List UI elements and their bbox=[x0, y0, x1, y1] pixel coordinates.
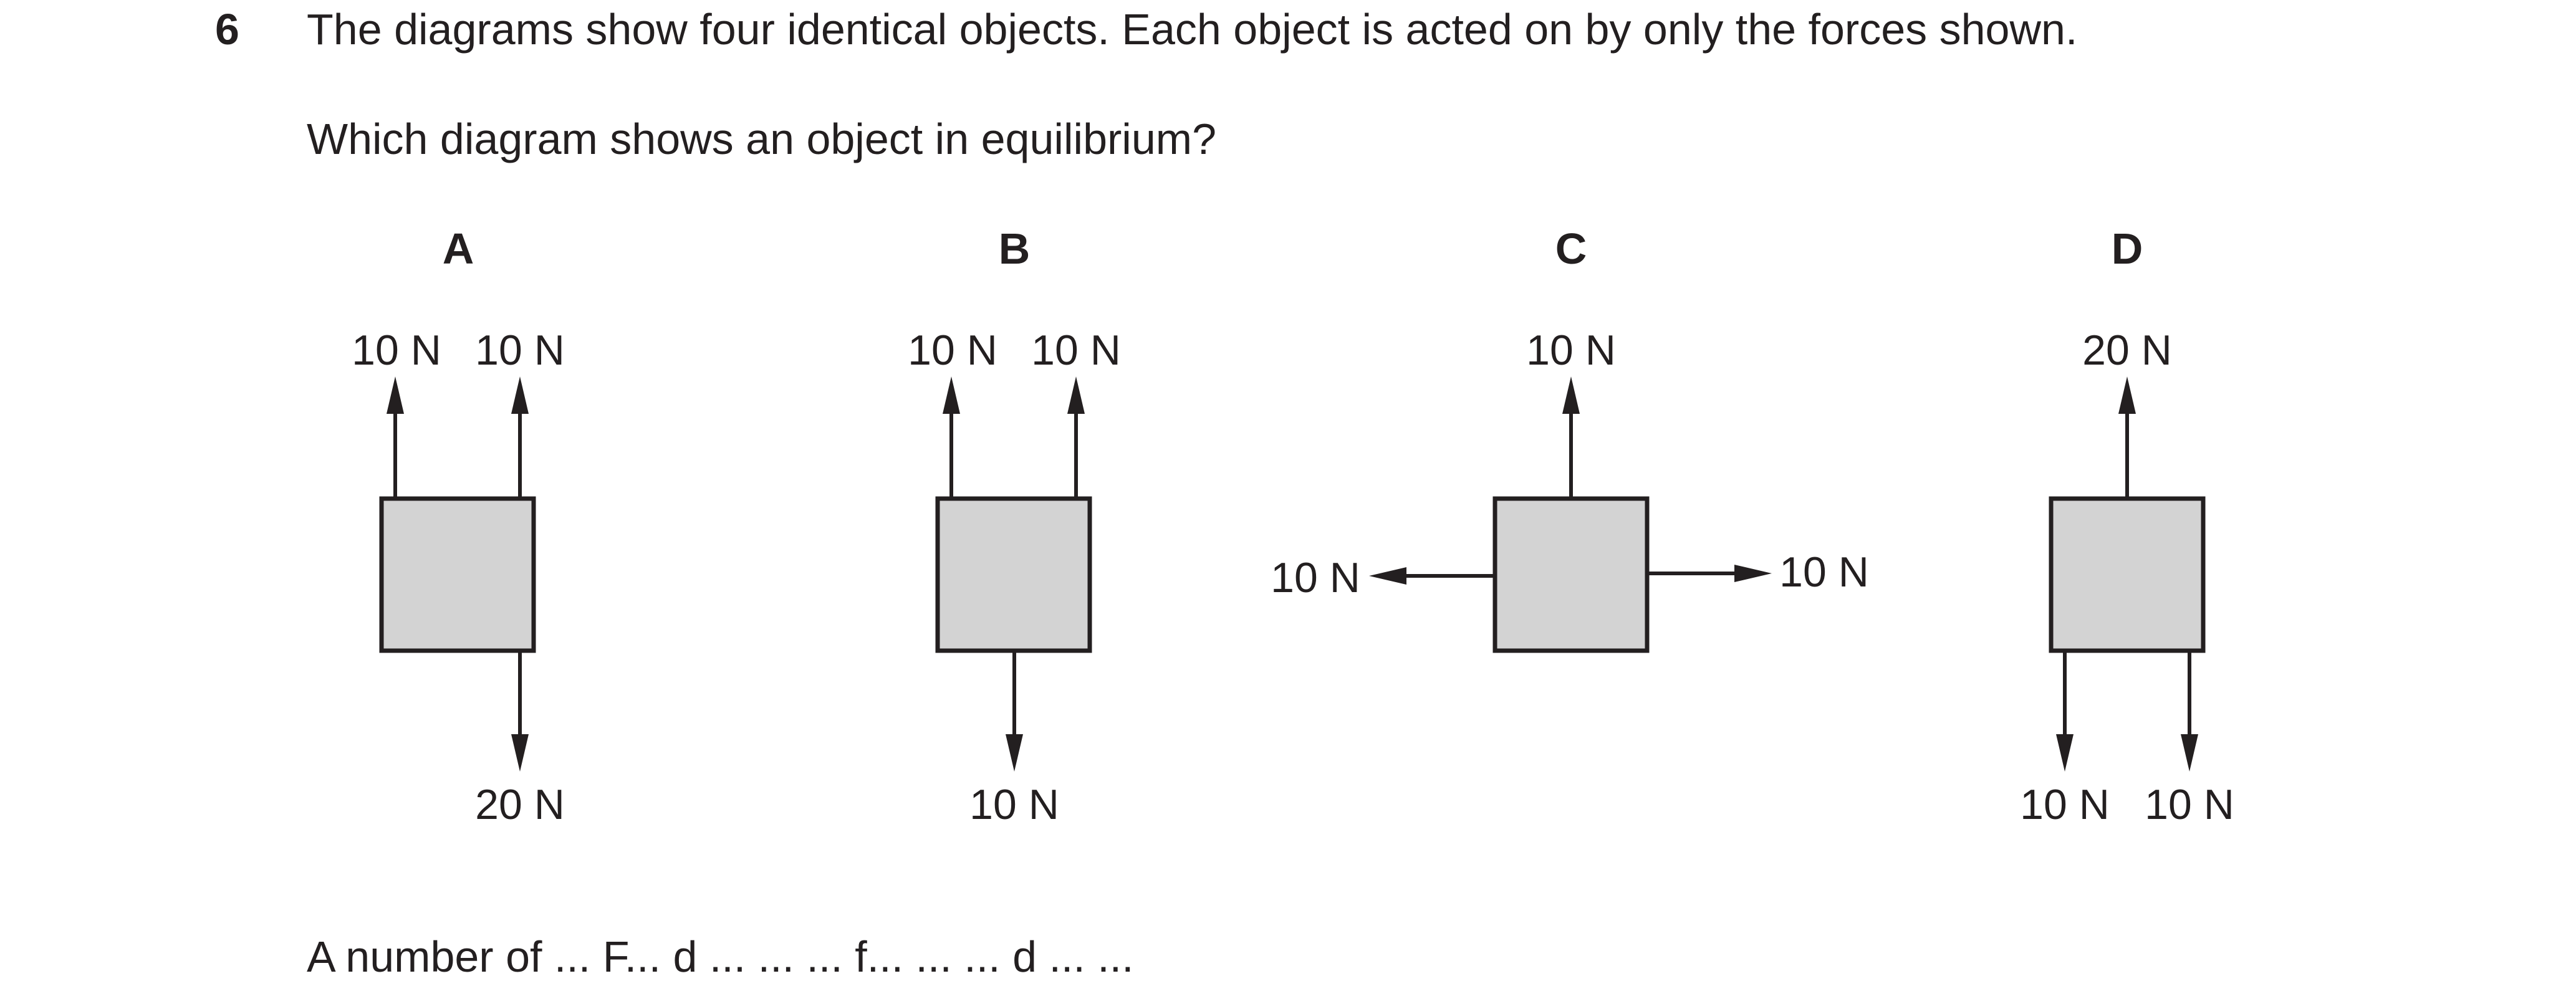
next-question-cut-text: A number of ... F... d ... ... ... f... … bbox=[307, 932, 1134, 981]
diagram-b-object bbox=[935, 496, 1092, 653]
diagram-c-right-arrowhead bbox=[1734, 565, 1772, 582]
diagram-d-bottom-right-force-label: 10 N bbox=[2145, 781, 2234, 828]
diagram-b-top-right-arrowhead bbox=[1067, 376, 1085, 414]
diagram-d-top-arrowhead bbox=[2118, 376, 2136, 414]
diagram-b-top-left-force-label: 10 N bbox=[908, 327, 997, 374]
diagram-c-left-arrowhead bbox=[1369, 567, 1406, 585]
diagram-b-bottom-arrowhead bbox=[1006, 734, 1023, 772]
diagram-d-letter: D bbox=[2112, 224, 2143, 273]
diagram-a-top-left-arrowhead bbox=[387, 376, 404, 414]
diagram-c-top-force-label: 10 N bbox=[1526, 327, 1616, 374]
diagram-a-object bbox=[379, 496, 536, 653]
diagram-a-top-left-force-label: 10 N bbox=[352, 327, 441, 374]
diagram-c[interactable]: C 10 N 10 N 10 N bbox=[1271, 224, 1869, 653]
diagram-a-bottom-arrowhead bbox=[511, 734, 529, 772]
diagram-b-top-left-arrowhead bbox=[943, 376, 960, 414]
diagram-a-top-right-force-label: 10 N bbox=[475, 327, 565, 374]
diagram-d-object bbox=[2049, 496, 2206, 653]
diagram-a-letter: A bbox=[443, 224, 474, 273]
diagram-a[interactable]: A 10 N 10 N 20 N bbox=[352, 224, 565, 828]
diagram-d[interactable]: D 20 N 10 N 10 N bbox=[2020, 224, 2234, 828]
diagram-b-top-right-force-label: 10 N bbox=[1031, 327, 1121, 374]
diagram-c-right-force-label: 10 N bbox=[1779, 548, 1869, 596]
diagram-d-bottom-left-force-label: 10 N bbox=[2020, 781, 2110, 828]
diagram-b-letter: B bbox=[999, 224, 1031, 273]
diagram-c-letter: C bbox=[1555, 224, 1587, 273]
diagram-c-object bbox=[1492, 496, 1650, 653]
diagram-c-top-arrowhead bbox=[1562, 376, 1580, 414]
force-diagrams: A 10 N 10 N 20 N B 10 N 10 N 10 N C 10 N… bbox=[352, 224, 2234, 828]
diagram-b-bottom-force-label: 10 N bbox=[969, 781, 1059, 828]
diagram-b[interactable]: B 10 N 10 N 10 N bbox=[908, 224, 1121, 828]
diagram-d-bottom-right-arrowhead bbox=[2181, 734, 2198, 772]
diagram-c-left-force-label: 10 N bbox=[1271, 554, 1360, 601]
diagram-a-bottom-force-label: 20 N bbox=[475, 781, 565, 828]
diagram-d-top-force-label: 20 N bbox=[2082, 327, 2172, 374]
diagram-d-bottom-left-arrowhead bbox=[2056, 734, 2074, 772]
diagram-a-top-right-arrowhead bbox=[511, 376, 529, 414]
